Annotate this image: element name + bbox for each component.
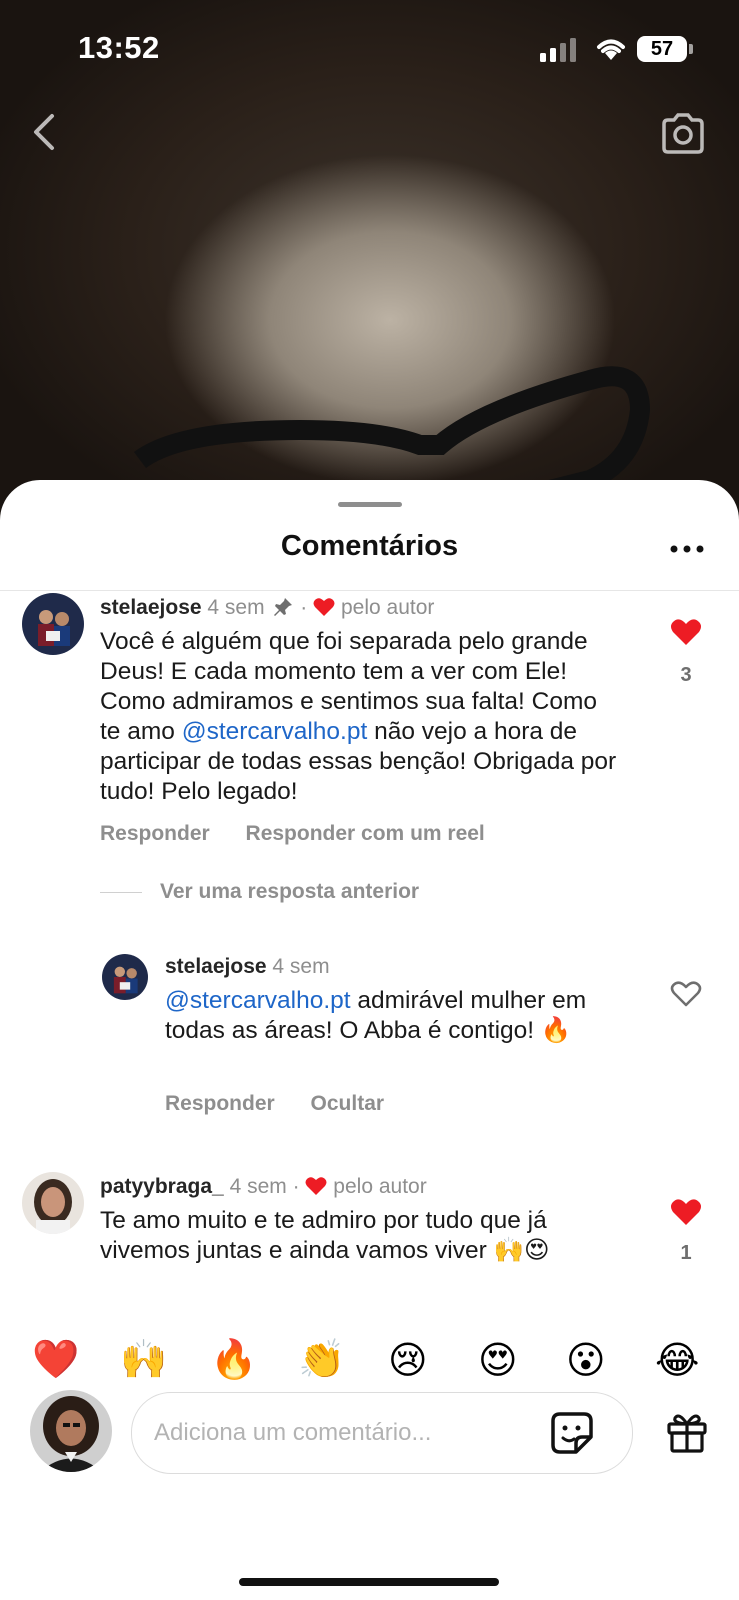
more-options-icon[interactable] <box>670 544 704 554</box>
like-heart-filled-icon[interactable] <box>670 618 702 646</box>
mention-link[interactable]: @stercarvalho.pt <box>165 987 351 1014</box>
author-heart-icon <box>313 598 335 616</box>
reply-actions: Responder Ocultar <box>165 1092 414 1116</box>
comment-actions: Responder Responder com um reel <box>100 822 515 846</box>
sheet-title: Comentários <box>280 530 459 562</box>
reaction-raised-hands[interactable]: 🙌 <box>120 1338 167 1382</box>
comment-header: stelaejose 4 sem · pelo autor <box>100 596 434 620</box>
reply-with-reel-button[interactable]: Responder com um reel <box>246 822 485 845</box>
comment-time: 4 sem <box>207 596 265 619</box>
comment-username[interactable]: patyybraga_ <box>100 1175 224 1198</box>
comment-input[interactable]: Adiciona um comentário... <box>131 1392 633 1474</box>
comment-header: patyybraga_ 4 sem · pelo autor <box>100 1175 427 1199</box>
header-divider <box>0 590 739 591</box>
avatar[interactable] <box>22 1172 84 1234</box>
like-heart-filled-icon[interactable] <box>670 1198 702 1226</box>
sheet-drag-handle[interactable] <box>338 502 402 507</box>
view-replies-label: Ver uma resposta anterior <box>160 880 420 903</box>
reaction-fire[interactable]: 🔥 <box>210 1338 257 1382</box>
like-count: 1 <box>680 1242 692 1264</box>
sticker-icon[interactable] <box>550 1411 594 1455</box>
hide-button[interactable]: Ocultar <box>311 1092 385 1115</box>
pin-icon <box>274 598 293 616</box>
like-count: 3 <box>680 664 692 686</box>
comments-sheet: Comentários stelaejose 4 sem · pelo auto… <box>0 480 739 1600</box>
reply-button[interactable]: Responder <box>165 1092 275 1115</box>
gift-icon[interactable] <box>665 1410 709 1454</box>
meta-separator: · <box>300 596 308 619</box>
reply-username[interactable]: stelaejose <box>165 955 267 978</box>
like-heart-outline-icon[interactable] <box>670 980 702 1008</box>
status-time: 13:52 <box>78 30 160 65</box>
avatar-image <box>102 954 148 1000</box>
status-bar: 13:52 57 <box>0 0 739 100</box>
avatar-image <box>30 1390 112 1472</box>
reaction-cry[interactable]: 😢 <box>388 1338 428 1383</box>
reaction-heart-eyes[interactable]: 😍 <box>478 1338 518 1383</box>
battery-indicator: 57 <box>637 36 687 62</box>
liked-by-author-label: pelo autor <box>333 1175 427 1198</box>
avatar-image <box>22 593 84 655</box>
meta-separator: · <box>292 1175 300 1198</box>
view-previous-replies[interactable]: Ver uma resposta anterior <box>100 880 419 904</box>
replies-line <box>100 891 142 893</box>
reply-text: @stercarvalho.pt admirável mulher em tod… <box>165 986 635 1046</box>
comment-username[interactable]: stelaejose <box>100 596 202 619</box>
comment-composer: Adiciona um comentário... <box>0 1380 739 1500</box>
reply-button[interactable]: Responder <box>100 822 210 845</box>
reaction-heart[interactable]: ❤️ <box>32 1338 79 1382</box>
back-chevron-icon[interactable] <box>30 112 58 152</box>
comment-text: Você é alguém que foi separada pelo gran… <box>100 627 620 807</box>
avatar[interactable] <box>102 954 148 1000</box>
signal-icon <box>540 38 576 62</box>
avatar-image <box>22 1172 84 1234</box>
avatar[interactable] <box>22 593 84 655</box>
camera-icon[interactable] <box>660 112 706 154</box>
reaction-surprised[interactable]: 😮 <box>566 1338 606 1383</box>
comment-time: 4 sem <box>229 1175 287 1198</box>
battery-tip <box>689 44 693 54</box>
reaction-laugh[interactable]: 😂 <box>655 1338 699 1383</box>
liked-by-author-label: pelo autor <box>340 596 435 619</box>
author-heart-icon <box>305 1177 327 1195</box>
reply-time: 4 sem <box>272 955 330 978</box>
reaction-clap[interactable]: 👏 <box>298 1338 345 1382</box>
current-user-avatar <box>30 1390 112 1472</box>
wifi-icon <box>597 39 625 60</box>
mention-link[interactable]: @stercarvalho.pt <box>182 718 368 745</box>
reply-header: stelaejose 4 sem <box>165 955 330 979</box>
comment-text: Te amo muito e te admiro por tudo que já… <box>100 1207 550 1264</box>
comment-input-placeholder: Adiciona um comentário... <box>154 1419 432 1446</box>
home-indicator[interactable] <box>239 1578 499 1586</box>
